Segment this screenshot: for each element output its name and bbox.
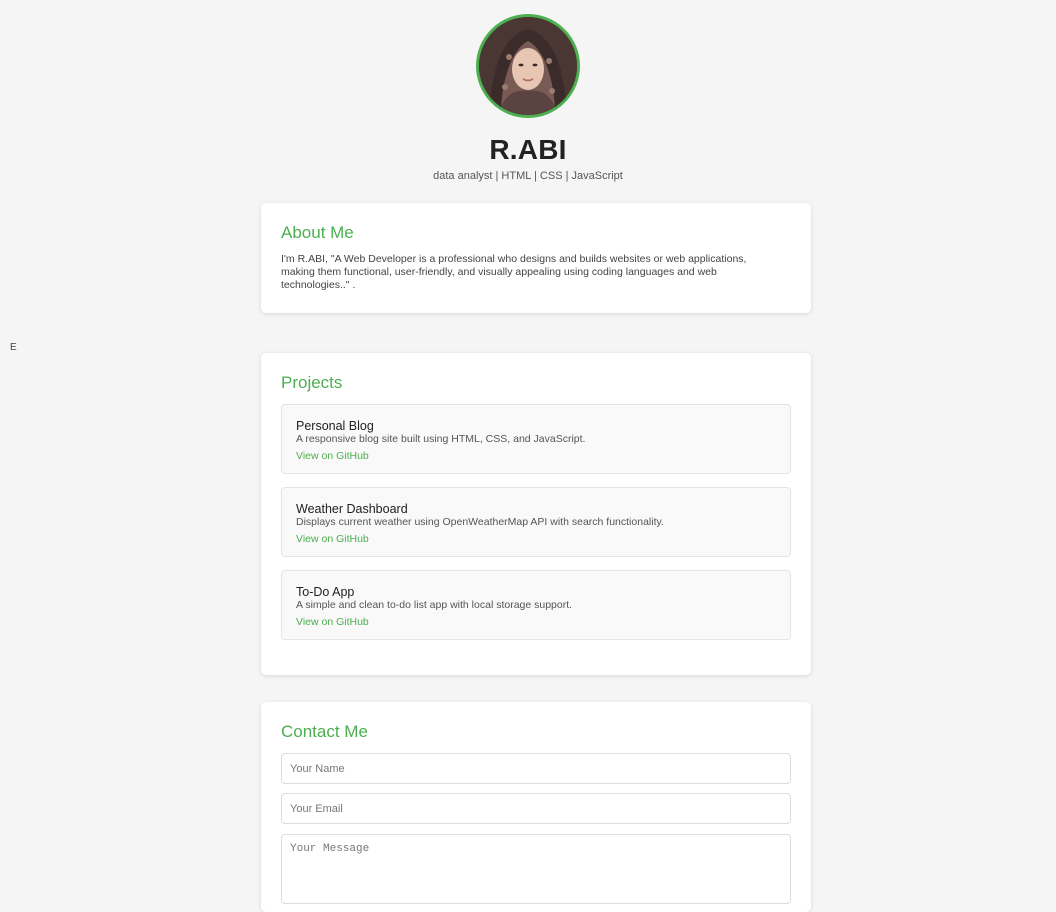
github-link[interactable]: View on GitHub [296,533,369,545]
projects-card: Projects Personal Blog A responsive blog… [261,353,811,675]
profile-tagline: data analyst | HTML | CSS | JavaScript [433,170,623,182]
stray-text: E [10,342,17,353]
contact-card: Contact Me [261,702,811,912]
projects-title: Projects [281,373,343,392]
project-card: Weather Dashboard Displays current weath… [281,487,791,557]
project-title: To-Do App [296,585,355,599]
project-card: Personal Blog A responsive blog site bui… [281,404,791,474]
project-title: Personal Blog [296,419,374,433]
email-input[interactable] [281,793,791,824]
profile-name: R.ABI [489,134,567,165]
about-text: I'm R.ABI, "A Web Developer is a profess… [281,253,747,291]
name-input[interactable] [281,753,791,784]
project-title: Weather Dashboard [296,502,408,516]
project-description: A responsive blog site built using HTML,… [296,433,586,445]
avatar [476,14,580,118]
message-textarea[interactable] [281,834,791,904]
project-description: A simple and clean to-do list app with l… [296,599,573,611]
github-link[interactable]: View on GitHub [296,450,369,462]
contact-title: Contact Me [281,722,368,741]
profile-header: R.ABI data analyst | HTML | CSS | JavaSc… [0,14,1056,182]
project-description: Displays current weather using OpenWeath… [296,516,664,528]
avatar-photo [479,17,577,115]
project-card: To-Do App A simple and clean to-do list … [281,570,791,640]
about-title: About Me [281,223,354,242]
github-link[interactable]: View on GitHub [296,616,369,628]
about-card: About Me I'm R.ABI, "A Web Developer is … [261,203,811,313]
